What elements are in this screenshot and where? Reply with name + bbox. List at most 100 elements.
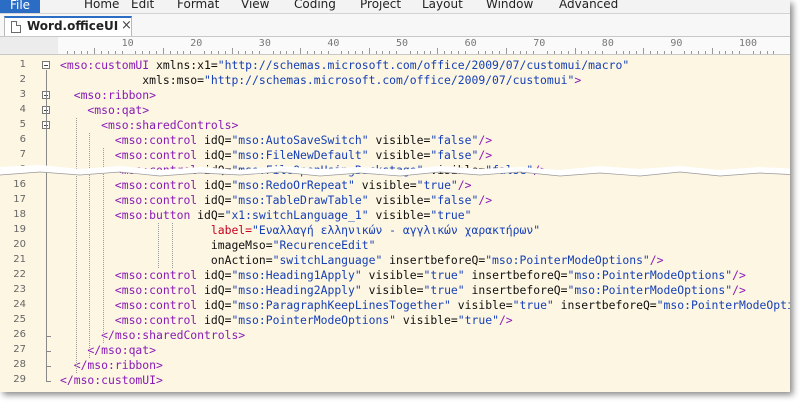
ruler-tick: [697, 51, 699, 54]
ruler-tick: [368, 48, 370, 54]
ruler-tick: [457, 51, 459, 54]
ruler-label: 30: [258, 38, 271, 49]
code-line[interactable]: imageMso="RecurenceEdit": [60, 238, 376, 253]
code-token: visible=: [361, 268, 424, 282]
ruler-tick: [773, 51, 775, 54]
code-token: visible=: [368, 193, 431, 207]
ruler-tick: [156, 51, 158, 54]
indent-guide: [75, 118, 77, 373]
code-token: xmls:mso=: [60, 73, 205, 87]
ruler-tick: [348, 51, 350, 54]
ruler-label: 60: [464, 38, 477, 49]
ruler-tick: [505, 48, 507, 54]
ruler-tick: [190, 51, 192, 54]
code-token: />: [478, 133, 493, 147]
ruler-tick: [73, 51, 75, 54]
code-line[interactable]: label="Εναλλαγή ελληνικών - αγγλικών χαρ…: [60, 223, 540, 238]
menu-home[interactable]: Home: [84, 0, 119, 11]
menu-format[interactable]: Format: [177, 0, 219, 11]
ruler-label: 90: [670, 38, 683, 49]
code-line[interactable]: <mso:qat>: [60, 103, 149, 118]
code-line[interactable]: <mso:control idQ="mso:FileNewDefault" vi…: [60, 148, 492, 163]
file-icon: [11, 21, 21, 33]
menu-coding[interactable]: Coding: [294, 0, 336, 11]
code-line[interactable]: <mso:control idQ="mso:RedoOrRepeat" visi…: [60, 178, 472, 193]
code-token: "mso:PointerModeOptions": [567, 283, 733, 297]
ruler-tick: [622, 51, 624, 54]
tab-word-officeui[interactable]: Word.officeUI ×: [4, 16, 132, 36]
code-line[interactable]: <mso:button idQ="x1:switchLanguage_1" vi…: [60, 208, 472, 223]
menu-view[interactable]: View: [241, 0, 269, 11]
menu-bar: File Home Edit Format View Coding Projec…: [0, 0, 790, 14]
menu-edit[interactable]: Edit: [131, 0, 154, 11]
ruler-tick: [258, 51, 260, 54]
ruler-tick: [478, 51, 480, 54]
ruler-tick: [752, 51, 754, 54]
torn-edge: [0, 165, 790, 177]
ruler-tick: [718, 51, 720, 54]
menu-layout[interactable]: Layout: [422, 0, 463, 11]
menu-advanced[interactable]: Advanced: [559, 0, 618, 11]
ruler-tick: [643, 48, 645, 54]
fold-end-marker: [46, 381, 51, 382]
ruler-tick: [519, 51, 521, 54]
code-token: onAction=: [60, 253, 273, 267]
ruler-tick: [149, 51, 151, 54]
ruler-tick: [272, 51, 274, 54]
code-line[interactable]: </mso:sharedControls>: [60, 328, 245, 343]
code-line[interactable]: <mso:control idQ="mso:ParagraphKeepLines…: [60, 298, 790, 313]
code-token: visible=: [450, 298, 513, 312]
code-line[interactable]: </mso:qat>: [60, 343, 156, 358]
code-token: "Εναλλαγή ελληνικών - αγγλικών χαρακτήρω…: [252, 223, 541, 237]
line-number: 1: [19, 59, 26, 70]
ruler-tick: [451, 51, 453, 54]
ruler-tick: [553, 51, 555, 54]
ruler-tick: [396, 51, 398, 54]
code-token: />: [732, 268, 746, 282]
fold-end-marker: [46, 336, 51, 337]
code-line[interactable]: <mso:control idQ="mso:AutoSaveSwitch" vi…: [60, 133, 492, 148]
code-line[interactable]: <mso:control idQ="mso:PointerModeOptions…: [60, 313, 513, 328]
code-token: "mso:PointerModeOptions": [231, 313, 397, 327]
close-icon[interactable]: ×: [121, 18, 132, 33]
code-token: "mso:TableDrawTable": [231, 193, 369, 207]
menu-file[interactable]: File: [0, 0, 40, 13]
code-line[interactable]: xmls:mso="http://schemas.microsoft.com/o…: [60, 73, 581, 88]
code-line[interactable]: onAction="switchLanguage" insertbeforeQ=…: [60, 253, 664, 268]
ruler-tick: [94, 48, 96, 54]
ruler-tick: [437, 48, 439, 54]
ruler-tick: [663, 51, 665, 54]
code-token: "mso:RedoOrRepeat": [231, 178, 355, 192]
code-line[interactable]: <mso:ribbon>: [60, 88, 156, 103]
ruler-tick: [204, 51, 206, 54]
code-line[interactable]: </mso:customUI>: [60, 373, 163, 388]
menu-project[interactable]: Project: [360, 0, 401, 11]
code-token: "http://schemas.microsoft.com/office/200…: [217, 58, 630, 72]
line-number: 28: [13, 359, 26, 370]
line-number: 18: [13, 209, 26, 220]
fold-toggle-icon[interactable]: [42, 61, 50, 69]
code-line[interactable]: <mso:sharedControls>: [60, 118, 238, 133]
code-line[interactable]: <mso:customUI xmlns:x1="http://schemas.m…: [60, 58, 629, 73]
code-token: "false": [430, 193, 479, 207]
ruler-tick: [499, 51, 501, 54]
ruler-tick: [354, 51, 356, 54]
ruler-tick: [142, 51, 144, 54]
ruler-tick: [581, 51, 583, 54]
code-line[interactable]: <mso:control idQ="mso:TableDrawTable" vi…: [60, 193, 492, 208]
code-editor[interactable]: <mso:customUI xmlns:x1="http://schemas.m…: [58, 55, 790, 392]
ruler-tick: [87, 51, 89, 54]
fold-end-marker: [46, 351, 51, 352]
ruler: 10 20 30 40 50 60 70 80 90 100: [0, 37, 790, 55]
ruler-tick: [252, 51, 254, 54]
line-number: 3: [19, 89, 26, 100]
code-token: idQ=: [204, 133, 232, 147]
editor-window: File Home Edit Format View Coding Projec…: [0, 0, 790, 392]
menu-window[interactable]: Window: [486, 0, 533, 11]
code-token: "RecurenceEdit": [272, 238, 376, 252]
ruler-tick: [313, 51, 315, 54]
code-line[interactable]: <mso:control idQ="mso:Heading2Apply" vis…: [60, 283, 746, 298]
code-line[interactable]: <mso:control idQ="mso:Heading1Apply" vis…: [60, 268, 746, 283]
code-token: idQ=: [204, 178, 232, 192]
ruler-tick: [375, 51, 377, 54]
